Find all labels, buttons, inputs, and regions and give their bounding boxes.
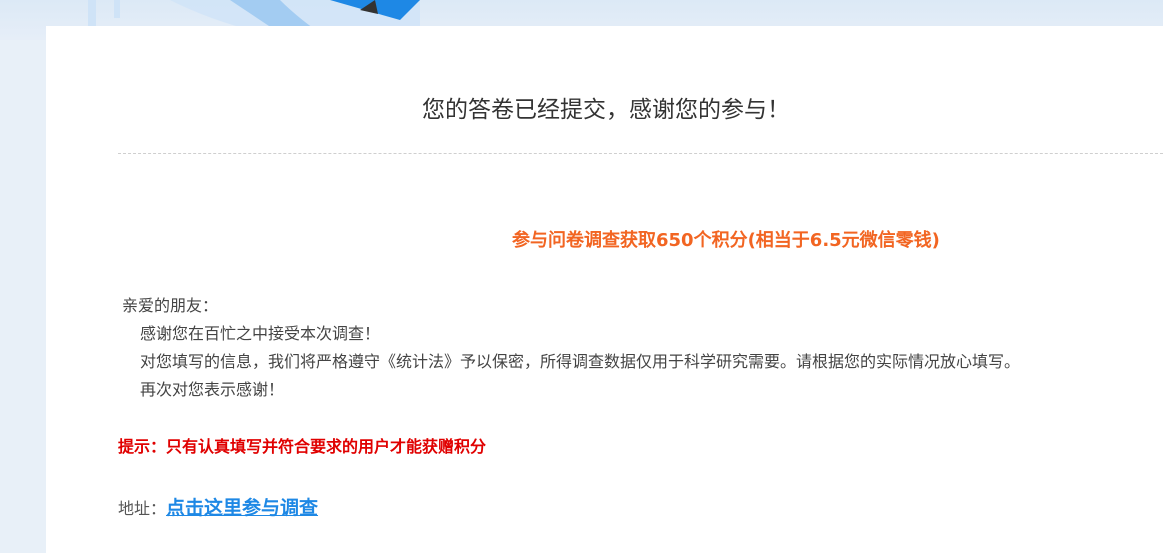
- page-title: 您的答卷已经提交，感谢您的参与！: [422, 97, 790, 123]
- message-line: 感谢您在百忙之中接受本次调查！: [140, 324, 381, 343]
- message-line: 再次对您表示感谢！: [140, 380, 285, 399]
- message-body: 亲爱的朋友： 感谢您在百忙之中接受本次调查！ 对您填写的信息，我们将严格遵守《统…: [122, 292, 1020, 404]
- address-row: 地址：点击这里参与调查: [118, 493, 318, 520]
- divider: [118, 153, 1163, 154]
- address-label: 地址：: [118, 499, 167, 518]
- message-line: 对您填写的信息，我们将严格遵守《统计法》予以保密，所得调查数据仅用于科学研究需要…: [140, 352, 1021, 371]
- tip-text: 提示：只有认真填写并符合要求的用户才能获赠积分: [118, 437, 487, 456]
- promo-text: 参与问卷调查获取650个积分(相当于6.5元微信零钱): [512, 230, 940, 251]
- survey-link[interactable]: 点击这里参与调查: [166, 497, 318, 519]
- result-card: 您的答卷已经提交，感谢您的参与！ 参与问卷调查获取650个积分(相当于6.5元微…: [46, 26, 1163, 553]
- greeting: 亲爱的朋友：: [122, 296, 219, 315]
